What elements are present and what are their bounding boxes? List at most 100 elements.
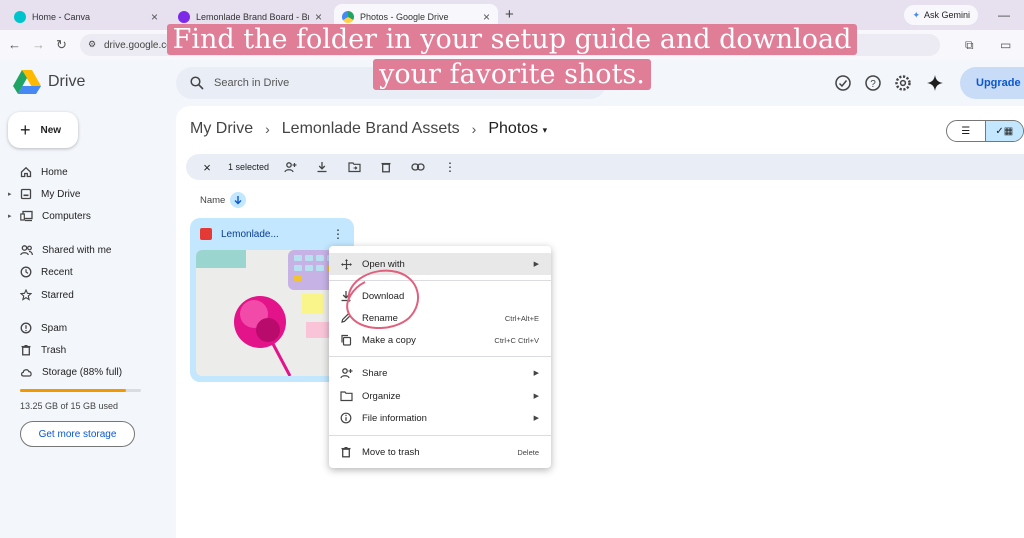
clear-selection-icon[interactable]: ×	[196, 158, 218, 176]
menu-item-share[interactable]: Share ▶	[329, 362, 551, 384]
move-to-folder-icon[interactable]	[343, 158, 365, 176]
sort-label: Name	[200, 194, 226, 206]
context-menu: Open with ▶ Download Rename Ctrl+Alt+E M…	[329, 246, 551, 468]
submenu-arrow-icon: ▶	[533, 393, 539, 400]
file-name: Lemonlade...	[221, 228, 279, 240]
more-actions-icon[interactable]: ⋮	[439, 158, 461, 176]
gemini-spark-icon: ✦	[912, 9, 920, 20]
sidebar-item-starred[interactable]: Starred	[10, 285, 74, 305]
trash-icon	[21, 345, 31, 356]
sidebar-item-label: Recent	[41, 266, 73, 278]
expand-caret-icon[interactable]: ▸	[8, 190, 12, 198]
menu-item-label: Open with	[362, 258, 405, 270]
list-view-button[interactable]: ☰	[947, 121, 985, 141]
breadcrumb-separator-icon: ›	[471, 121, 477, 137]
menu-item-label: Share	[362, 367, 388, 379]
menu-divider	[329, 435, 551, 436]
menu-item-label: Download	[362, 290, 405, 302]
submenu-arrow-icon: ▶	[533, 370, 539, 377]
tab-title: Photos - Google Drive	[360, 12, 449, 22]
file-card-header: Lemonlade... ⋮	[200, 227, 344, 241]
sidebar-item-recent[interactable]: Recent	[10, 262, 73, 282]
share-person-icon	[339, 366, 353, 380]
menu-divider	[329, 356, 551, 357]
menu-item-label: Organize	[362, 390, 401, 402]
sidebar-item-storage[interactable]: Storage (88% full)	[10, 362, 122, 382]
plus-icon: +	[20, 119, 31, 140]
menu-item-shortcut: Ctrl+Alt+E	[504, 313, 539, 323]
check-grid-icon: ✓▦	[995, 125, 1014, 137]
star-icon	[20, 289, 32, 301]
spam-icon	[20, 322, 32, 334]
trash-icon[interactable]	[375, 158, 397, 176]
breadcrumb-brand-assets[interactable]: Lemonlade Brand Assets	[282, 120, 460, 138]
menu-item-open-with[interactable]: Open with ▶	[329, 253, 551, 275]
menu-item-label: Rename	[362, 312, 398, 324]
folder-icon	[339, 389, 353, 403]
grid-view-button[interactable]: ✓▦	[984, 121, 1023, 141]
breadcrumb: My Drive › Lemonlade Brand Assets › Phot…	[190, 120, 547, 138]
caption-line-2: your favorite shots.	[373, 59, 651, 91]
menu-item-file-information[interactable]: File information ▶	[329, 407, 551, 429]
sidebar-item-my-drive[interactable]: ▸ My Drive	[8, 184, 81, 204]
file-thumbnail[interactable]	[196, 250, 348, 376]
menu-item-make-a-copy[interactable]: Make a copy Ctrl+C Ctrl+V	[329, 329, 551, 351]
new-button-label: New	[40, 124, 62, 136]
minimize-window-icon[interactable]: —	[998, 8, 1010, 22]
menu-item-download[interactable]: Download	[329, 285, 551, 307]
ask-gemini-label: Ask Gemini	[923, 10, 970, 20]
copy-link-icon[interactable]	[407, 158, 429, 176]
sidebar-item-computers[interactable]: ▸ Computers	[8, 206, 91, 226]
menu-item-label: Make a copy	[362, 334, 416, 346]
selection-count: 1 selected	[228, 162, 270, 172]
list-icon: ☰	[961, 125, 971, 137]
download-icon[interactable]	[311, 158, 333, 176]
copy-icon	[339, 333, 353, 347]
download-icon	[339, 289, 353, 303]
storage-usage-bar	[20, 389, 141, 392]
storage-usage-text: 13.25 GB of 15 GB used	[20, 401, 119, 411]
sidebar-bottom	[0, 490, 176, 538]
menu-item-organize[interactable]: Organize ▶	[329, 385, 551, 407]
sidebar-item-spam[interactable]: Spam	[10, 318, 67, 338]
my-drive-icon	[20, 188, 32, 200]
menu-divider	[329, 280, 551, 281]
sort-by-name[interactable]: Name	[200, 192, 247, 208]
computer-icon	[20, 210, 33, 222]
get-more-storage-button[interactable]: Get more storage	[20, 421, 135, 447]
sidebar-item-label: My Drive	[41, 188, 81, 200]
new-tab-icon[interactable]: +	[505, 6, 514, 23]
photo-thumbnail-image	[196, 250, 348, 376]
breadcrumb-current-folder[interactable]: Photos ▾	[488, 120, 547, 138]
trash-icon	[339, 445, 353, 459]
sidebar-item-label: Starred	[41, 289, 74, 301]
menu-item-move-to-trash[interactable]: Move to trash Delete	[329, 441, 551, 463]
sidebar-item-home[interactable]: Home	[10, 162, 68, 182]
menu-item-rename[interactable]: Rename Ctrl+Alt+E	[329, 307, 551, 329]
sidebar-item-label: Shared with me	[42, 244, 112, 256]
file-more-actions-icon[interactable]: ⋮	[332, 227, 344, 241]
image-file-icon	[200, 228, 212, 240]
breadcrumb-my-drive[interactable]: My Drive	[190, 120, 253, 138]
rename-pencil-icon	[339, 311, 353, 325]
sort-direction-button[interactable]	[230, 192, 247, 208]
current-folder-label: Photos	[488, 120, 539, 137]
info-icon	[339, 411, 353, 425]
sidebar-item-label: Storage (88% full)	[42, 366, 123, 378]
clock-icon	[20, 266, 32, 278]
menu-item-shortcut: Ctrl+C Ctrl+V	[494, 335, 539, 345]
arrow-down-icon	[234, 196, 242, 205]
home-icon	[20, 166, 32, 178]
sidebar-item-trash[interactable]: Trash	[10, 340, 66, 360]
cloud-icon	[21, 369, 32, 377]
breadcrumb-separator-icon: ›	[265, 121, 270, 137]
expand-caret-icon[interactable]: ▸	[8, 212, 12, 220]
open-with-icon	[339, 257, 353, 271]
shared-icon	[20, 245, 33, 256]
tutorial-caption: Find the folder in your setup guide and …	[0, 22, 1024, 92]
share-person-icon[interactable]	[279, 158, 301, 176]
sidebar-item-label: Computers	[42, 210, 91, 222]
tab-title: Home - Canva	[32, 12, 91, 22]
sidebar-item-shared-with-me[interactable]: Shared with me	[10, 240, 111, 260]
new-button[interactable]: + New	[8, 112, 78, 148]
